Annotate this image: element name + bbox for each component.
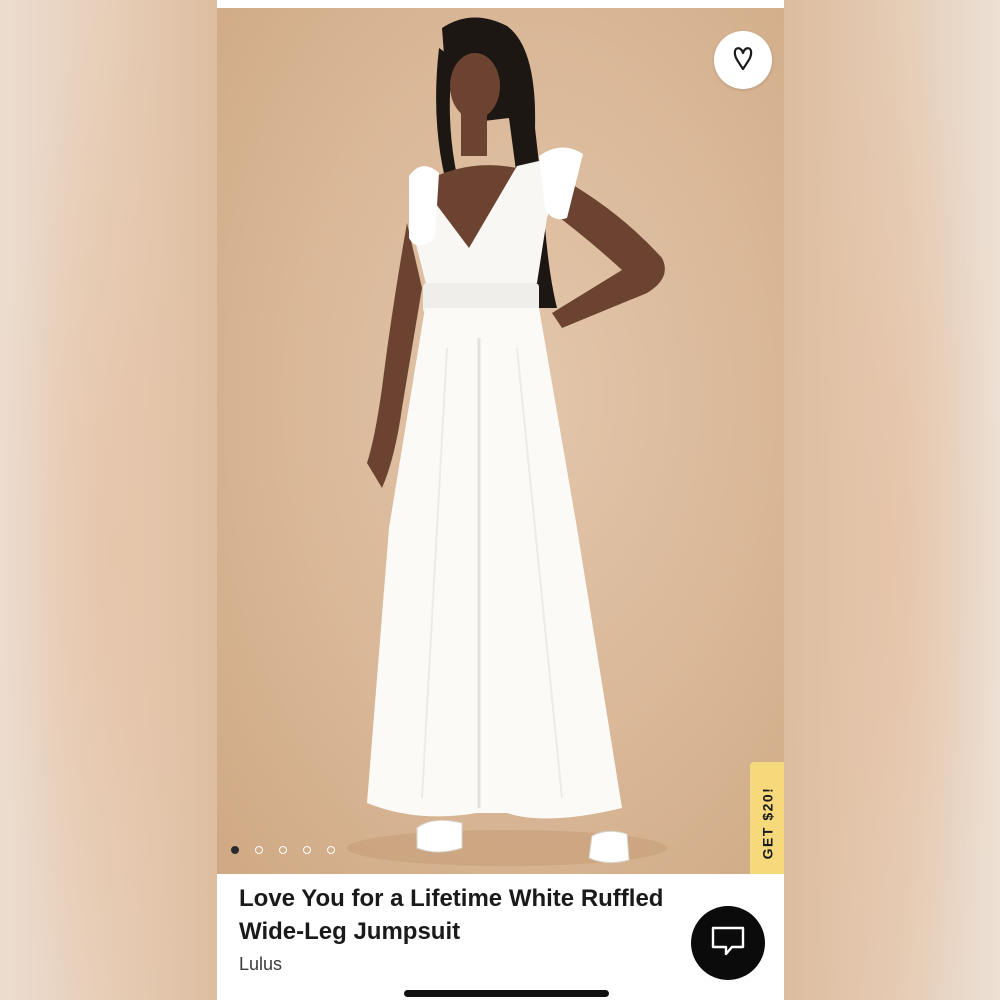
product-title-line: Wide-Leg Jumpsuit (239, 918, 461, 945)
pagination-dot[interactable] (279, 846, 287, 854)
pagination-dot[interactable] (231, 846, 239, 854)
heart-outline-icon (731, 44, 755, 77)
product-screen: GET $20! Love You for a Lifetime White R… (217, 0, 784, 1000)
promo-tab[interactable]: GET $20! (750, 762, 784, 874)
model-illustration (347, 17, 667, 866)
chat-bubble-icon (710, 925, 746, 962)
pagination-dot[interactable] (255, 846, 263, 854)
pagination-dot[interactable] (327, 846, 335, 854)
product-title-line: Love You for a Lifetime White Ruffled (239, 885, 664, 912)
favorite-button[interactable] (714, 31, 772, 89)
promo-label: GET $20! (759, 786, 776, 860)
image-pagination (231, 846, 335, 854)
pagination-dot[interactable] (303, 846, 311, 854)
brand-name[interactable]: Lulus (239, 954, 282, 975)
home-indicator (404, 990, 609, 997)
product-title: Love You for a Lifetime White Ruffled Wi… (239, 882, 739, 948)
product-image[interactable]: GET $20! (217, 8, 784, 874)
background-blur-left (0, 0, 217, 1000)
chat-button[interactable] (691, 906, 765, 980)
background-blur-right (784, 0, 1000, 1000)
